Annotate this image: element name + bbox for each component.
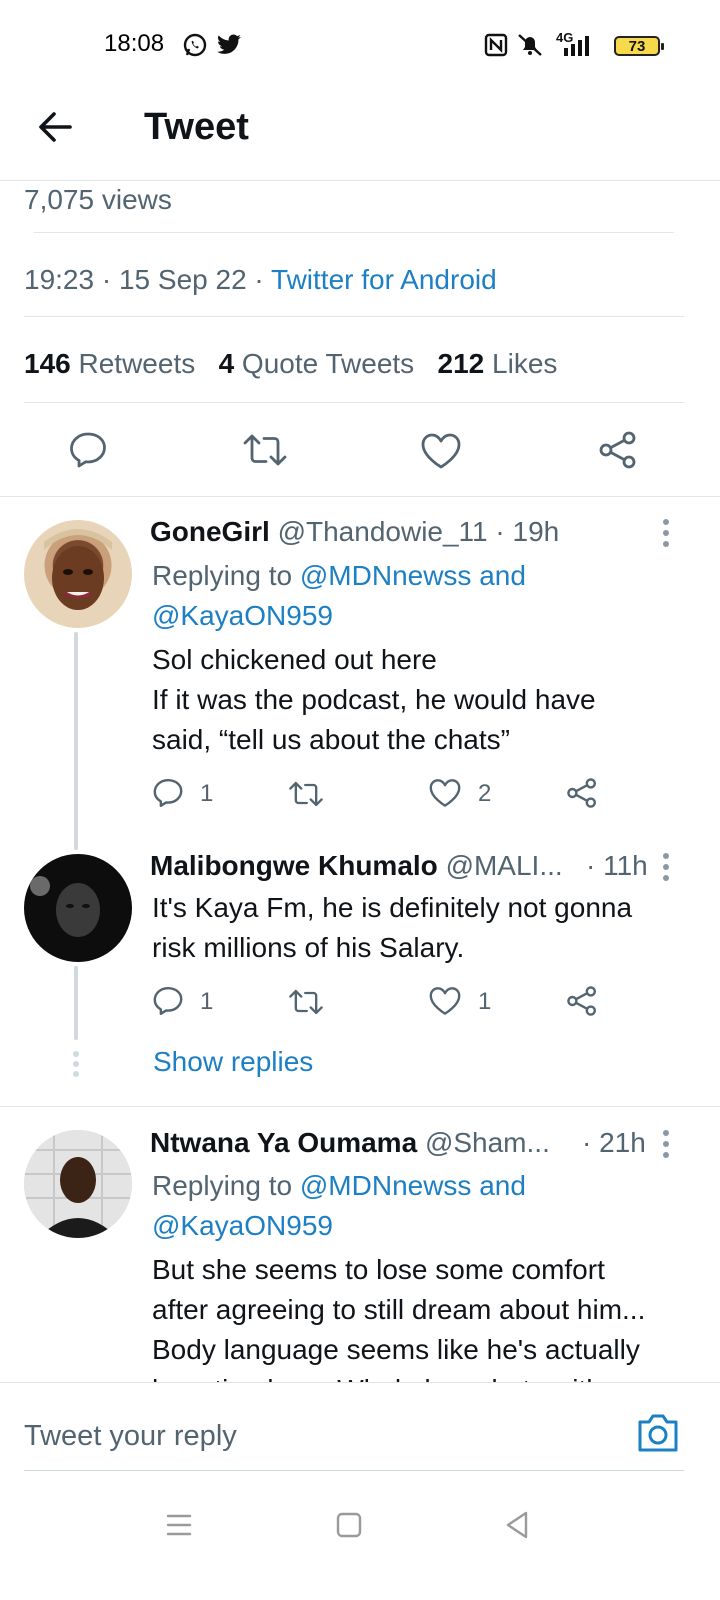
reply-text-line: said, “tell us about the chats” — [152, 724, 510, 755]
header-divider — [0, 180, 720, 181]
quotes-count: 4 — [218, 348, 235, 379]
back-arrow-icon[interactable] — [36, 108, 74, 146]
reply-text-line: But she seems to lose some comfort — [152, 1254, 605, 1285]
avatar-face-icon — [44, 529, 112, 610]
more-options-icon[interactable] — [662, 1129, 670, 1159]
mention-link[interactable]: @KayaON959 — [152, 600, 333, 631]
show-replies-link[interactable]: Show replies — [153, 1046, 313, 1078]
user-handle[interactable]: @Thandowie_11 — [278, 516, 488, 547]
reply-icon[interactable] — [152, 985, 184, 1017]
like-icon[interactable] — [428, 778, 462, 808]
more-options-icon[interactable] — [662, 852, 670, 882]
reply-count: 1 — [200, 780, 214, 807]
mute-icon — [518, 34, 542, 56]
thread-line — [74, 632, 78, 850]
reply-input[interactable] — [24, 1414, 624, 1458]
reply-text-line: It's Kaya Fm, he is definitely not gonna — [152, 892, 633, 923]
signal-icon — [564, 36, 589, 56]
reply-time: · 21h — [582, 1127, 646, 1158]
mention-link[interactable]: @MDNnewss and — [300, 1170, 526, 1201]
tweet-time: 19:23 — [24, 264, 95, 295]
separator-dot: · — [101, 264, 119, 295]
reply-text-line: Sol chickened out here — [152, 644, 437, 675]
share-icon[interactable] — [566, 985, 598, 1017]
reply-header: Ntwana Ya Oumama @Sham... — [150, 1127, 550, 1159]
reply-text-line: Body language seems like he's actually — [152, 1334, 640, 1365]
reply-header: Malibongwe Khumalo @MALI... — [150, 850, 563, 882]
section-divider — [0, 496, 720, 497]
more-options-icon[interactable] — [662, 518, 670, 548]
avatar-face-icon — [30, 876, 100, 937]
retweet-icon[interactable] — [288, 986, 324, 1018]
camera-icon[interactable] — [636, 1412, 680, 1454]
tweet-timestamp: 19:23 · 15 Sep 22 · Twitter for Android — [24, 264, 497, 296]
mention-link[interactable]: @MDNnewss and — [300, 560, 526, 591]
like-count: 2 — [478, 780, 492, 807]
like-icon[interactable] — [420, 432, 462, 470]
reply-text-line: risk millions of his Salary. — [152, 932, 465, 963]
section-divider — [0, 1106, 720, 1107]
like-count: 1 — [478, 988, 492, 1015]
compose-divider — [24, 1470, 684, 1471]
reply-body: It's Kaya Fm, he is definitely not gonna… — [152, 888, 632, 968]
whatsapp-icon — [183, 33, 207, 57]
replying-to-label: Replying to — [152, 560, 293, 591]
tweet-stats: 146 Retweets 4 Quote Tweets 212 Likes — [24, 348, 557, 380]
views-count: 7,075 views — [24, 184, 172, 215]
reply-body: But she seems to lose some comfort after… — [152, 1250, 645, 1382]
user-name[interactable]: GoneGirl — [150, 516, 270, 547]
likes-count: 212 — [437, 348, 485, 379]
user-name[interactable]: Malibongwe Khumalo — [150, 850, 438, 881]
retweets-label: Retweets — [78, 348, 196, 379]
avatar-face-icon — [24, 1130, 132, 1238]
like-icon[interactable] — [428, 986, 462, 1016]
likes-stat[interactable]: 212 Likes — [438, 348, 558, 379]
replying-to: Replying to @MDNnewss and @KayaON959 — [152, 556, 526, 636]
nfc-icon — [484, 33, 508, 57]
home-square-icon[interactable] — [336, 1512, 362, 1538]
retweets-count: 146 — [24, 348, 71, 379]
page-title: Tweet — [144, 106, 249, 148]
menu-icon[interactable] — [166, 1512, 192, 1538]
retweet-icon[interactable] — [242, 430, 288, 470]
mention-link[interactable]: @KayaON959 — [152, 1210, 333, 1241]
reply-text-line: If it was the podcast, he would have — [152, 684, 596, 715]
reply-time: · 11h — [586, 850, 648, 881]
back-triangle-icon[interactable] — [504, 1510, 530, 1540]
status-time: 18:08 — [104, 30, 165, 57]
reply-header: GoneGirl @Thandowie_11 · 19h — [150, 516, 559, 548]
reply-time: · 19h — [495, 516, 560, 547]
divider — [24, 402, 684, 403]
twitter-icon — [217, 34, 241, 54]
share-icon[interactable] — [566, 777, 598, 809]
replying-to: Replying to @MDNnewss and @KayaON959 — [152, 1166, 526, 1246]
avatar[interactable] — [24, 854, 132, 962]
battery-indicator: 73 — [614, 36, 664, 56]
divider — [34, 232, 674, 233]
avatar[interactable] — [24, 1130, 132, 1238]
reply-body: Sol chickened out here If it was the pod… — [152, 640, 596, 760]
thread-line — [74, 966, 78, 1040]
separator-dot: · — [254, 264, 272, 295]
user-handle[interactable]: @Sham... — [425, 1127, 550, 1158]
share-icon[interactable] — [598, 430, 638, 470]
replying-to-label: Replying to — [152, 1170, 293, 1201]
retweet-icon[interactable] — [288, 778, 324, 810]
tweet-source-link[interactable]: Twitter for Android — [271, 264, 497, 295]
retweets-stat[interactable]: 146 Retweets — [24, 348, 195, 379]
avatar[interactable] — [24, 520, 132, 628]
reply-count: 1 — [200, 988, 214, 1015]
likes-label: Likes — [492, 348, 558, 379]
quotes-label: Quote Tweets — [241, 348, 415, 379]
divider — [24, 316, 684, 317]
tweet-date: 15 Sep 22 — [118, 264, 247, 295]
user-handle[interactable]: @MALI... — [446, 850, 563, 881]
reply-text-line: after agreeing to still dream about him.… — [152, 1294, 646, 1325]
thread-continuation-dots — [73, 1051, 79, 1077]
user-name[interactable]: Ntwana Ya Oumama — [150, 1127, 417, 1158]
reply-text-line: haunting her... Whole has chats with — [152, 1370, 645, 1382]
reply-icon[interactable] — [68, 430, 108, 470]
quotes-stat[interactable]: 4 Quote Tweets — [219, 348, 415, 379]
reply-icon[interactable] — [152, 777, 184, 809]
